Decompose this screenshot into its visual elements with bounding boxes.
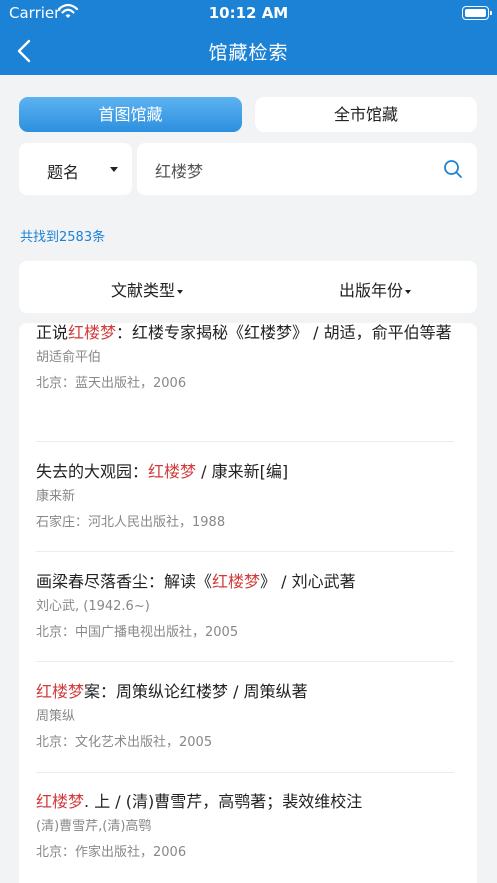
filter-pub-year[interactable]: 出版年份 bbox=[339, 277, 412, 301]
battery-icon bbox=[462, 6, 492, 20]
item-title: 失去的大观园：红楼梦 / 康来新[编] bbox=[36, 462, 289, 481]
list-item[interactable]: 红楼梦案：周策纵论红楼梦 / 周策纵著 周策纵 北京：文化艺术出版社，2005 bbox=[36, 679, 456, 752]
list-item[interactable]: 画梁春尽落香尘：解读《红楼梦》 / 刘心武著 刘心武, (1942.6~) 北京… bbox=[36, 569, 456, 642]
item-author: 康来新 bbox=[36, 489, 76, 504]
item-publisher: 北京：作家出版社，2006 bbox=[36, 845, 187, 860]
divider bbox=[36, 661, 454, 662]
tab-library-collection[interactable]: 首图馆藏 bbox=[19, 97, 242, 132]
filter-pub-year-label: 出版年份 bbox=[339, 281, 404, 300]
list-item[interactable]: 红楼梦. 上 / (清)曹雪芹，高鹗著；裴效维校注 (清)曹雪芹,(清)高鹗 北… bbox=[36, 789, 456, 862]
header-bar: Carrier 10:12 AM 馆藏检索 bbox=[0, 0, 497, 75]
item-publisher: 石家庄：河北人民出版社，1988 bbox=[36, 515, 226, 530]
caret-down-icon bbox=[405, 289, 412, 294]
tab-city-collection[interactable]: 全市馆藏 bbox=[255, 97, 477, 132]
divider bbox=[36, 772, 454, 773]
item-publisher: 北京：蓝天出版社，2006 bbox=[36, 376, 187, 391]
item-author: 刘心武, (1942.6~) bbox=[36, 599, 150, 614]
caret-down-icon bbox=[110, 167, 118, 172]
item-title: 正说红楼梦：红楼专家揭秘《红楼梦》 / 胡适，俞平伯等著 bbox=[36, 323, 452, 342]
filter-doc-type[interactable]: 文献类型 bbox=[111, 277, 184, 301]
filter-doc-type-label: 文献类型 bbox=[111, 281, 176, 300]
search-icon[interactable] bbox=[443, 159, 463, 179]
item-author: 胡适俞平伯 bbox=[36, 350, 102, 365]
page-title: 馆藏检索 bbox=[208, 42, 289, 64]
result-list: 正说红楼梦：红楼专家揭秘《红楼梦》 / 胡适，俞平伯等著 胡适俞平伯 北京：蓝天… bbox=[19, 323, 477, 883]
divider bbox=[36, 441, 454, 442]
item-publisher: 北京：文化艺术出版社，2005 bbox=[36, 735, 213, 750]
status-time: 10:12 AM bbox=[208, 4, 289, 22]
search-field-dropdown[interactable]: 题名 bbox=[19, 143, 132, 195]
status-bar: Carrier 10:12 AM bbox=[0, 0, 497, 26]
filter-bar: 文献类型 出版年份 bbox=[19, 261, 477, 313]
item-publisher: 北京：中国广播电视出版社，2005 bbox=[36, 625, 239, 640]
item-author: 周策纵 bbox=[36, 709, 76, 724]
divider bbox=[36, 551, 454, 552]
item-title: 画梁春尽落香尘：解读《红楼梦》 / 刘心武著 bbox=[36, 572, 356, 591]
search-field-label: 题名 bbox=[47, 163, 80, 182]
search-box bbox=[137, 143, 477, 195]
item-title: 红楼梦. 上 / (清)曹雪芹，高鹗著；裴效维校注 bbox=[36, 792, 363, 811]
result-count: 共找到2583条 bbox=[20, 230, 106, 245]
list-item[interactable]: 失去的大观园：红楼梦 / 康来新[编] 康来新 石家庄：河北人民出版社，1988 bbox=[36, 459, 456, 532]
item-author: (清)曹雪芹,(清)高鹗 bbox=[36, 819, 152, 834]
list-item[interactable]: 正说红楼梦：红楼专家揭秘《红楼梦》 / 胡适，俞平伯等著 胡适俞平伯 北京：蓝天… bbox=[36, 323, 456, 393]
caret-down-icon bbox=[177, 289, 184, 294]
item-title: 红楼梦案：周策纵论红楼梦 / 周策纵著 bbox=[36, 682, 308, 701]
search-input[interactable] bbox=[153, 155, 437, 185]
